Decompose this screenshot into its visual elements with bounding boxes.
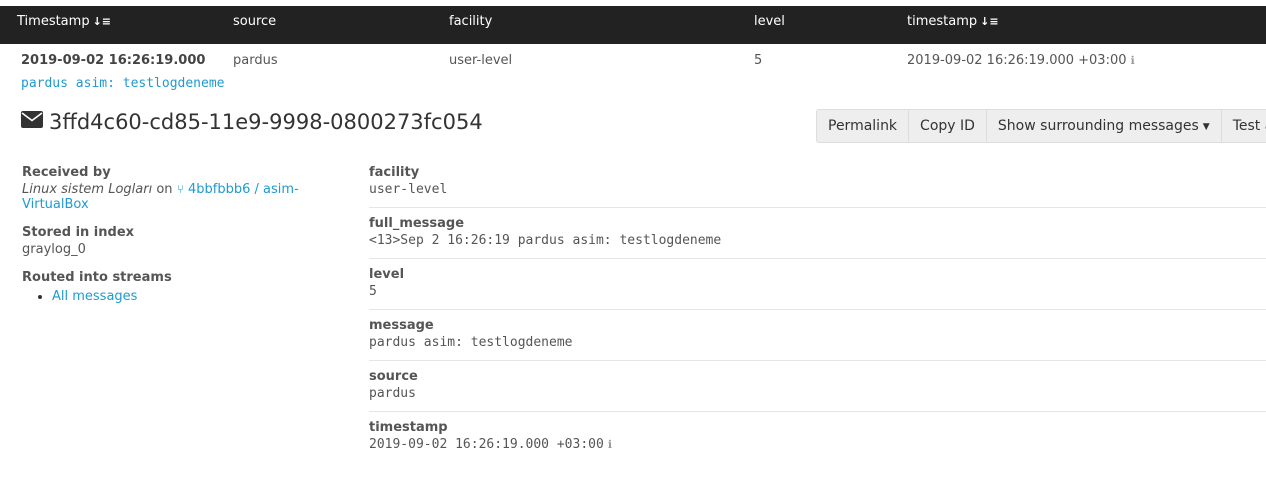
- column-header-level[interactable]: level: [754, 6, 785, 38]
- stored-in-index-value: graylog_0: [22, 242, 86, 257]
- field-value: pardus asim: testlogdeneme: [369, 335, 573, 350]
- field-value: 2019-09-02 16:26:19.000 +03:00: [369, 437, 604, 452]
- column-header-label: facility: [449, 14, 493, 29]
- field-message: message pardus asim: testlogdeneme: [369, 318, 1266, 361]
- message-table-header: Timestamp ↓≡ source facility level timest…: [0, 6, 1266, 44]
- field-level: level 5: [369, 267, 1266, 310]
- field-name[interactable]: level: [369, 267, 1266, 283]
- received-by-value: Linux sistem Logları on ⑂ 4bbfbbb6 / asi…: [22, 182, 352, 212]
- table-row[interactable]: 2019-09-02 16:26:19.000 pardus user-leve…: [0, 52, 1266, 72]
- row-timestamp-field: 2019-09-02 16:26:19.000 +03:00 ℹ: [907, 52, 1135, 69]
- field-value: 5: [369, 284, 377, 299]
- column-header-timestamp-field[interactable]: timestamp ↓≡: [907, 6, 999, 38]
- row-level: 5: [754, 53, 763, 68]
- received-by-label: Received by: [22, 165, 111, 180]
- field-name[interactable]: facility: [369, 165, 1266, 181]
- message-id-title: 3ffd4c60-cd85-11e9-9998-0800273fc054: [21, 107, 483, 137]
- column-header-label: source: [233, 14, 277, 29]
- sort-desc-icon[interactable]: ↓≡: [980, 15, 998, 28]
- column-header-label: timestamp: [907, 14, 978, 29]
- message-metadata: Received by Linux sistem Logları on ⑂ 4b…: [22, 165, 352, 317]
- stream-link-all-messages[interactable]: All messages: [52, 289, 137, 304]
- info-icon[interactable]: ℹ: [1131, 54, 1135, 67]
- field-timestamp: timestamp 2019-09-02 16:26:19.000 +03:00…: [369, 420, 1266, 462]
- field-name[interactable]: full_message: [369, 216, 1266, 232]
- info-icon[interactable]: ℹ: [608, 438, 612, 451]
- streams-list: All messages: [22, 289, 352, 304]
- input-name: Linux sistem Logları: [22, 182, 153, 197]
- column-header-source[interactable]: source: [233, 6, 276, 38]
- message-actions: Permalink Copy ID Show surrounding messa…: [816, 109, 1266, 143]
- routed-into-streams-label: Routed into streams: [22, 270, 172, 285]
- stored-in-index-label: Stored in index: [22, 225, 135, 240]
- column-header-timestamp[interactable]: Timestamp ↓≡: [17, 6, 111, 38]
- field-full-message: full_message <13>Sep 2 16:26:19 pardus a…: [369, 216, 1266, 259]
- row-facility: user-level: [449, 53, 513, 68]
- message-summary[interactable]: pardus asim: testlogdeneme: [21, 76, 225, 91]
- field-value-row: 2019-09-02 16:26:19.000 +03:00 ℹ: [369, 436, 1266, 454]
- field-value: <13>Sep 2 16:26:19 pardus asim: testlogd…: [369, 233, 722, 248]
- field-name[interactable]: message: [369, 318, 1266, 334]
- column-header-label: Timestamp: [17, 14, 90, 29]
- sort-desc-icon[interactable]: ↓≡: [93, 15, 111, 28]
- copy-id-button[interactable]: Copy ID: [908, 109, 987, 143]
- column-header-facility[interactable]: facility: [449, 6, 492, 38]
- list-item: All messages: [52, 289, 352, 304]
- caret-down-icon: ▼: [1202, 122, 1210, 132]
- field-value: user-level: [369, 182, 448, 197]
- field-name[interactable]: source: [369, 369, 1266, 385]
- permalink-button[interactable]: Permalink: [816, 109, 910, 143]
- column-header-label: level: [754, 14, 785, 29]
- field-facility: facility user-level: [369, 165, 1266, 208]
- node-icon: ⑂: [176, 182, 184, 196]
- row-timestamp: 2019-09-02 16:26:19.000: [21, 53, 206, 68]
- test-against-stream-button[interactable]: Test a: [1220, 109, 1266, 143]
- button-label: Show surrounding messages: [997, 118, 1199, 134]
- show-surrounding-messages-button[interactable]: Show surrounding messages ▼: [985, 109, 1222, 143]
- message-fields: facility user-level full_message <13>Sep…: [369, 165, 1266, 470]
- message-id: 3ffd4c60-cd85-11e9-9998-0800273fc054: [49, 110, 483, 134]
- row-source: pardus: [233, 53, 278, 68]
- envelope-icon: [21, 106, 43, 136]
- field-value: pardus: [369, 386, 416, 401]
- row-timestamp-field-value: 2019-09-02 16:26:19.000 +03:00: [907, 53, 1127, 68]
- on-text: on: [156, 182, 173, 197]
- field-name[interactable]: timestamp: [369, 420, 1266, 436]
- field-source: source pardus: [369, 369, 1266, 412]
